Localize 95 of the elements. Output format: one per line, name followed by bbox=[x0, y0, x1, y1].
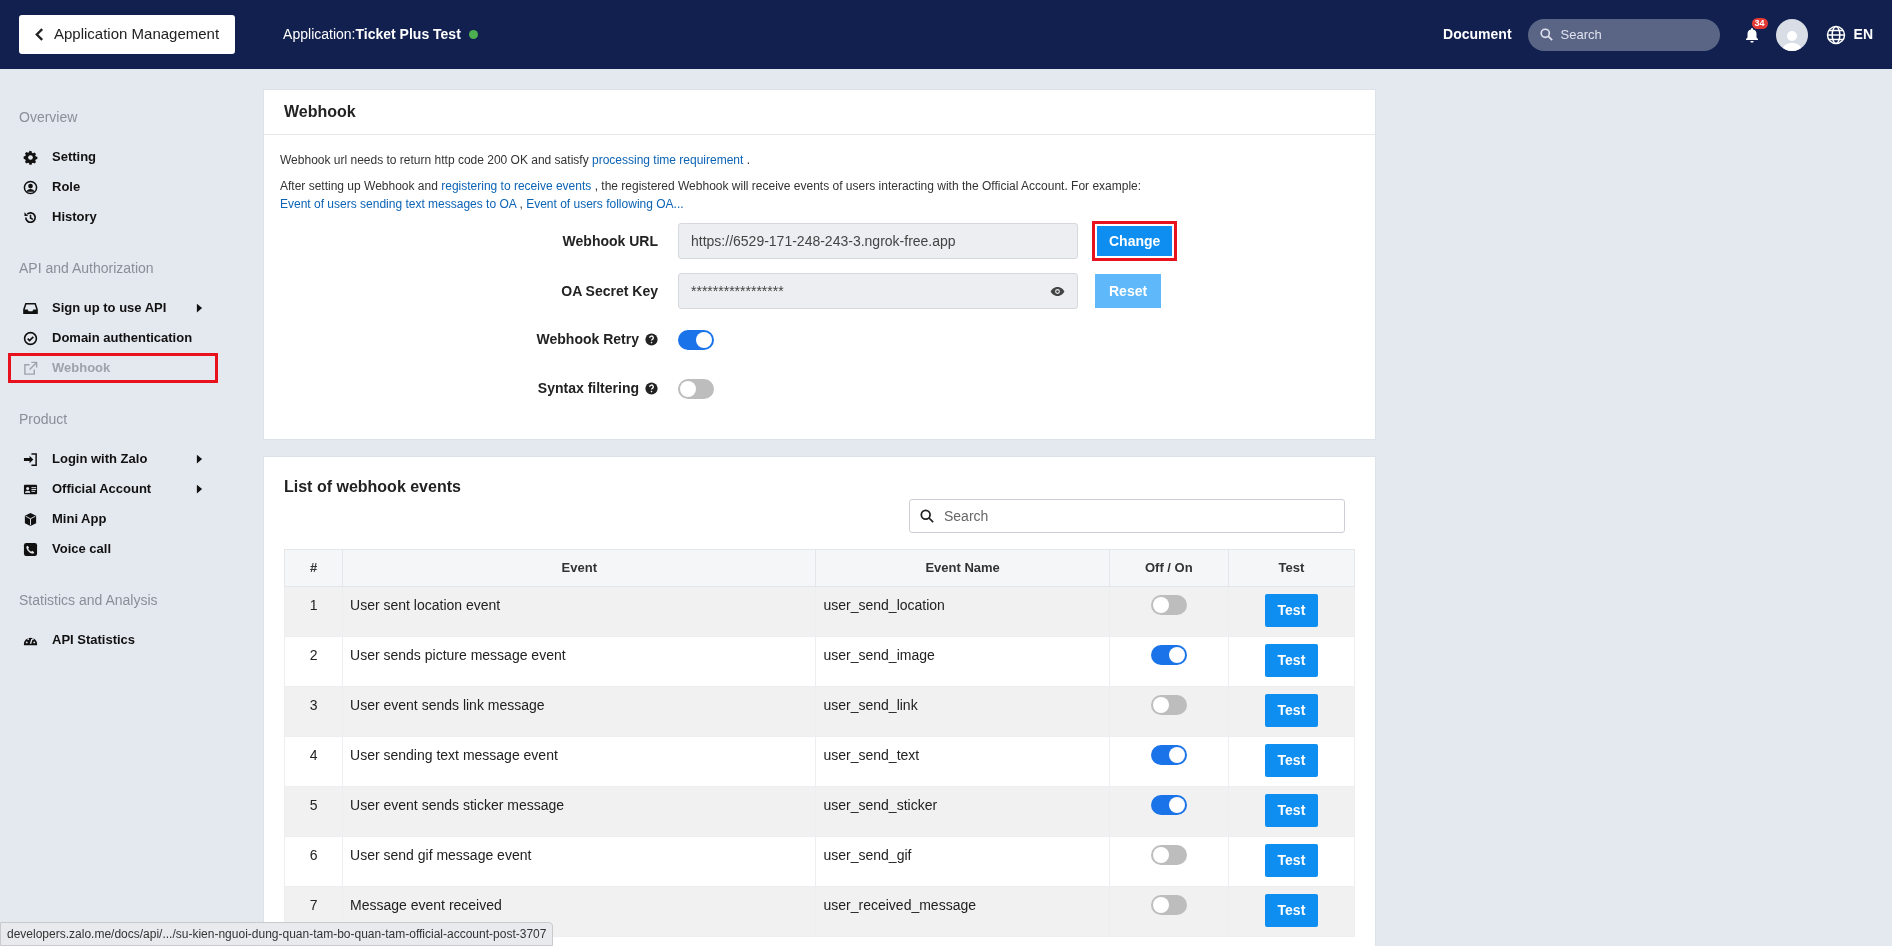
sidebar-item[interactable]: Domain authentication bbox=[8, 323, 218, 353]
inbox-icon bbox=[23, 300, 38, 316]
table-cell: user_send_location bbox=[816, 586, 1110, 637]
document-link[interactable]: Document bbox=[1443, 24, 1512, 45]
sidebar-section-title: Statistics and Analysis bbox=[18, 591, 159, 610]
table-cell: user_send_gif bbox=[816, 836, 1110, 887]
field-label: Webhook Retry bbox=[536, 330, 639, 349]
column-header: Off / On bbox=[1109, 549, 1229, 587]
app-name-label: Application:Ticket Plus Test bbox=[283, 25, 461, 44]
table-cell: 4 bbox=[284, 736, 343, 787]
toggle-switch[interactable] bbox=[1150, 895, 1187, 915]
sidebar-section-title: API and Authorization bbox=[18, 259, 155, 278]
notification-count: 34 bbox=[1751, 18, 1768, 29]
globe-icon bbox=[1825, 24, 1846, 45]
language-selector[interactable]: EN bbox=[1853, 24, 1873, 45]
column-header: Test bbox=[1228, 549, 1355, 587]
column-header: # bbox=[284, 549, 343, 587]
sign-in-icon bbox=[23, 451, 38, 467]
sidebar-item[interactable]: Official Account bbox=[8, 474, 218, 504]
user-icon bbox=[23, 179, 38, 195]
table-cell: 3 bbox=[284, 686, 343, 737]
sidebar-item[interactable]: Login with Zalo bbox=[8, 444, 218, 474]
search-field[interactable]: Search bbox=[1527, 18, 1720, 51]
toggle-switch[interactable] bbox=[678, 329, 714, 350]
card-title: Webhook bbox=[264, 90, 1375, 135]
search-field[interactable]: Search bbox=[909, 499, 1345, 533]
text-link[interactable]: processing time requirement bbox=[591, 153, 744, 167]
table-cell: User event sends link message bbox=[342, 686, 816, 737]
cube-icon bbox=[23, 511, 38, 527]
sidebar-item[interactable]: Mini App bbox=[8, 504, 218, 534]
test-button[interactable]: Test bbox=[1264, 694, 1318, 727]
toggle-switch[interactable] bbox=[1150, 795, 1187, 815]
description-text: After setting up Webhook and registering to receive events , the registered Webhook will receive events of users interacting with the Official Account. For example: Event of users sending text messages to OA , Event of users following OA... bbox=[280, 178, 1143, 213]
table-cell: User event sends sticker message bbox=[342, 786, 816, 837]
sidebar-item[interactable]: Voice call bbox=[8, 534, 218, 564]
table-cell: 2 bbox=[284, 636, 343, 687]
field-label: Webhook URL bbox=[562, 231, 658, 251]
avatar[interactable] bbox=[1775, 18, 1808, 51]
toggle-switch[interactable] bbox=[678, 378, 714, 399]
card-title: List of webhook events bbox=[284, 477, 462, 497]
eye-icon bbox=[1050, 285, 1065, 297]
sidebar-section-title: Overview bbox=[18, 108, 79, 127]
status-bar-url: developers.zalo.me/docs/api/.../su-kien-nguoi-dung-quan-tam-bo-quan-tam-official-account-post-3707 bbox=[0, 922, 554, 946]
history-icon bbox=[23, 209, 38, 225]
bell-icon bbox=[1743, 27, 1760, 44]
text-link[interactable]: Event of users following OA... bbox=[526, 197, 684, 211]
test-button[interactable]: Test bbox=[1264, 644, 1318, 677]
toggle-switch[interactable] bbox=[1150, 695, 1187, 715]
toggle-switch[interactable] bbox=[1150, 595, 1187, 615]
sidebar-item[interactable]: Sign up to use API bbox=[8, 293, 218, 323]
test-button[interactable]: Test bbox=[1264, 594, 1318, 627]
phone-icon bbox=[23, 541, 38, 557]
table-cell: user_send_image bbox=[816, 636, 1110, 687]
help-icon bbox=[645, 333, 658, 346]
field-label: Syntax filtering bbox=[537, 379, 639, 398]
toggle-switch[interactable] bbox=[1150, 745, 1187, 765]
check-circle-icon bbox=[23, 330, 38, 346]
back-button[interactable]: Application Management bbox=[19, 15, 236, 54]
test-button[interactable]: Test bbox=[1264, 894, 1318, 927]
table-cell: 5 bbox=[284, 786, 343, 837]
description-text: Webhook url needs to return http code 200 OK and satisfy processing time requirement . bbox=[280, 152, 752, 169]
text-link[interactable]: Event of users sending text messages to OA bbox=[280, 197, 517, 211]
sidebar-item[interactable]: History bbox=[8, 202, 218, 232]
search-icon bbox=[920, 509, 934, 523]
chevron-left-icon bbox=[35, 28, 44, 41]
column-header: Event Name bbox=[816, 549, 1110, 587]
table-cell: user_send_text bbox=[816, 736, 1110, 787]
toggle-switch[interactable] bbox=[1150, 845, 1187, 865]
gear-icon bbox=[23, 149, 38, 165]
table-cell: User sending text message event bbox=[342, 736, 816, 787]
secret-key-field[interactable]: ***************** bbox=[678, 273, 1078, 309]
table-cell: User send gif message event bbox=[342, 836, 816, 887]
table-cell: 6 bbox=[284, 836, 343, 887]
sidebar-item[interactable]: Role bbox=[8, 172, 218, 202]
change-button[interactable]: Change bbox=[1092, 221, 1178, 261]
text-link[interactable]: registering to receive events bbox=[441, 179, 592, 193]
sidebar-item[interactable]: Setting bbox=[8, 142, 218, 172]
table-cell: user_send_link bbox=[816, 686, 1110, 737]
table-cell: User sent location event bbox=[342, 586, 816, 637]
help-icon bbox=[645, 382, 658, 395]
sidebar-item[interactable]: API Statistics bbox=[8, 625, 218, 655]
test-button[interactable]: Test bbox=[1264, 844, 1318, 877]
table-cell: User sends picture message event bbox=[342, 636, 816, 687]
column-header: Event bbox=[342, 549, 816, 587]
search-icon bbox=[1539, 28, 1553, 41]
test-button[interactable]: Test bbox=[1264, 794, 1318, 827]
field-label: OA Secret Key bbox=[561, 281, 658, 301]
sidebar-section-title: Product bbox=[18, 410, 69, 429]
table-cell: user_received_message bbox=[816, 886, 1110, 937]
toggle-switch[interactable] bbox=[1150, 645, 1187, 665]
table-cell: 1 bbox=[284, 586, 343, 637]
url-field[interactable]: https://6529-171-248-243-3.ngrok-free.app bbox=[678, 223, 1078, 259]
test-button[interactable]: Test bbox=[1264, 744, 1318, 777]
table-cell: user_send_sticker bbox=[816, 786, 1110, 837]
external-link-icon bbox=[23, 360, 38, 376]
